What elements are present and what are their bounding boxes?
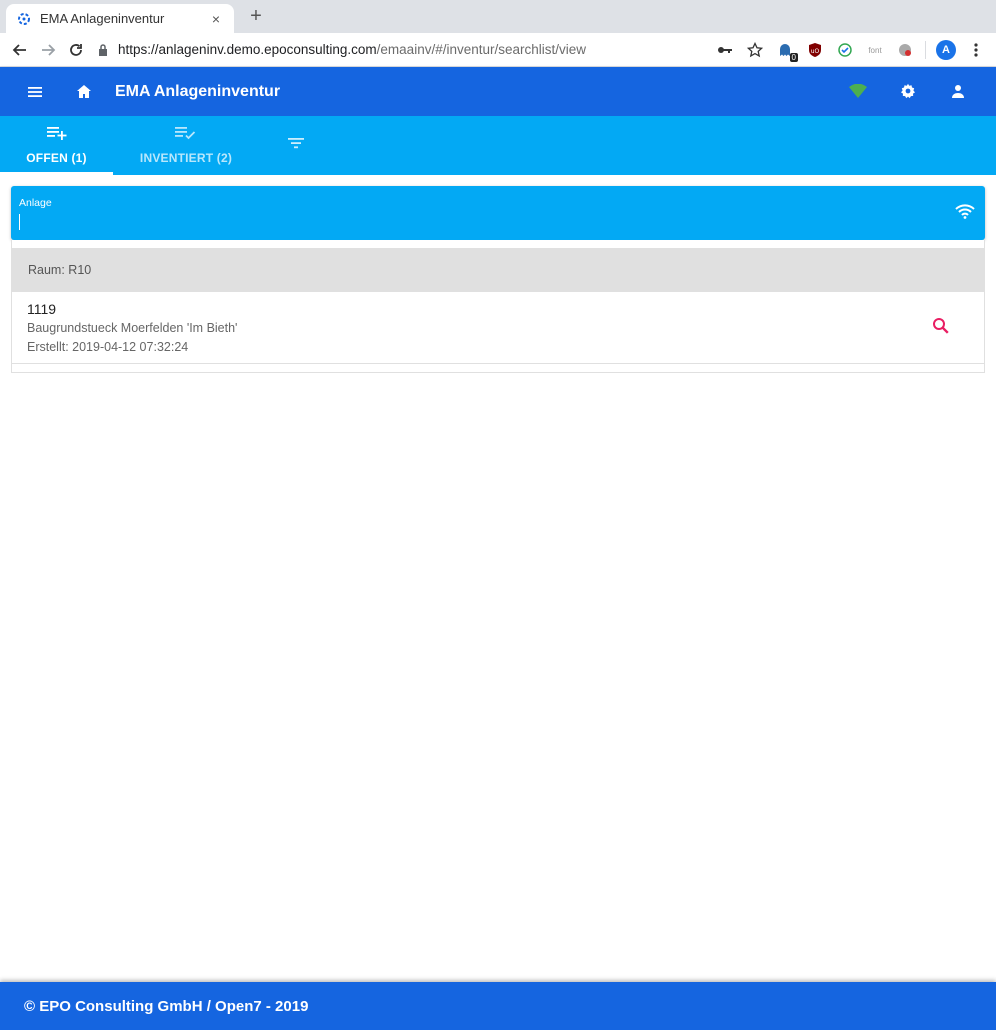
key-icon[interactable]: [715, 40, 735, 60]
user-icon[interactable]: [946, 79, 970, 103]
footer-copyright: © EPO Consulting GmbH / Open7 - 2019: [24, 998, 309, 1015]
app-footer: © EPO Consulting GmbH / Open7 - 2019: [0, 982, 996, 1030]
svg-text:uO: uO: [811, 48, 820, 55]
toolbar-icons: 0 uO font A: [715, 33, 986, 67]
close-tab-icon[interactable]: ×: [208, 11, 224, 27]
extension-ghostery-icon[interactable]: 0: [775, 40, 798, 62]
browser-tab[interactable]: EMA Anlageninventur ×: [6, 4, 234, 33]
room-group-header: Raum: R10: [12, 248, 984, 292]
home-icon[interactable]: [72, 80, 96, 104]
browser-tabstrip: EMA Anlageninventur × +: [0, 0, 996, 33]
tab-bar: OFFEN (1) INVENTIERT (2): [0, 116, 996, 175]
address-bar[interactable]: https://anlageninv.demo.epoconsulting.co…: [98, 36, 678, 64]
tab-inventiert[interactable]: INVENTIERT (2): [125, 116, 247, 175]
connection-status-icon[interactable]: [846, 79, 870, 103]
inventory-list: Raum: R10 1119 Baugrundstueck Moerfelden…: [11, 240, 985, 373]
extension-font-icon[interactable]: font: [865, 40, 885, 60]
toolbar-separator: [925, 41, 926, 59]
reload-icon[interactable]: [62, 36, 90, 64]
browser-menu-icon[interactable]: [966, 40, 986, 60]
app-header: EMA Anlageninventur: [0, 67, 996, 116]
playlist-check-icon: [175, 126, 197, 145]
forward-icon[interactable]: [34, 36, 62, 64]
hamburger-menu-icon[interactable]: [23, 80, 47, 104]
url-domain: https://anlageninv.demo.epoconsulting.co…: [118, 42, 377, 57]
browser-tab-title: EMA Anlageninventur: [40, 11, 165, 26]
new-tab-button[interactable]: +: [244, 5, 268, 29]
extension-badge: 0: [789, 53, 798, 62]
profile-avatar[interactable]: A: [936, 40, 956, 60]
app-title: EMA Anlageninventur: [115, 82, 281, 100]
extension-check-icon[interactable]: [835, 40, 855, 60]
filter-icon[interactable]: [286, 136, 306, 154]
app-favicon-icon: [16, 11, 32, 27]
search-icon[interactable]: [932, 317, 952, 337]
extension-privacy-icon[interactable]: [895, 40, 915, 60]
tab-offen-label: OFFEN (1): [26, 151, 87, 165]
header-actions: [846, 79, 970, 103]
text-caret: [19, 214, 20, 230]
url-path: /emaainv/#/inventur/searchlist/view: [376, 42, 587, 57]
gear-icon[interactable]: [896, 79, 920, 103]
list-item[interactable]: 1119 Baugrundstueck Moerfelden 'Im Bieth…: [12, 292, 984, 364]
anlage-search-input[interactable]: [19, 212, 939, 232]
anlage-search-label: Anlage: [19, 197, 52, 209]
asset-id: 1119: [27, 301, 57, 317]
tab-offen[interactable]: OFFEN (1): [0, 116, 113, 175]
playlist-add-icon: [46, 126, 67, 145]
anlage-search-field: Anlage: [11, 186, 985, 240]
room-group-label: Raum: R10: [28, 263, 92, 277]
tab-inventiert-label: INVENTIERT (2): [139, 151, 233, 165]
extension-ublock-icon[interactable]: uO: [805, 40, 825, 60]
wifi-icon[interactable]: [955, 203, 975, 221]
browser-toolbar: https://anlageninv.demo.epoconsulting.co…: [0, 33, 996, 67]
asset-description: Baugrundstueck Moerfelden 'Im Bieth': [27, 321, 238, 335]
lock-icon: [98, 43, 112, 56]
back-icon[interactable]: [6, 36, 34, 64]
asset-created-date: Erstellt: 2019-04-12 07:32:24: [27, 340, 189, 354]
bookmark-star-icon[interactable]: [745, 40, 765, 60]
